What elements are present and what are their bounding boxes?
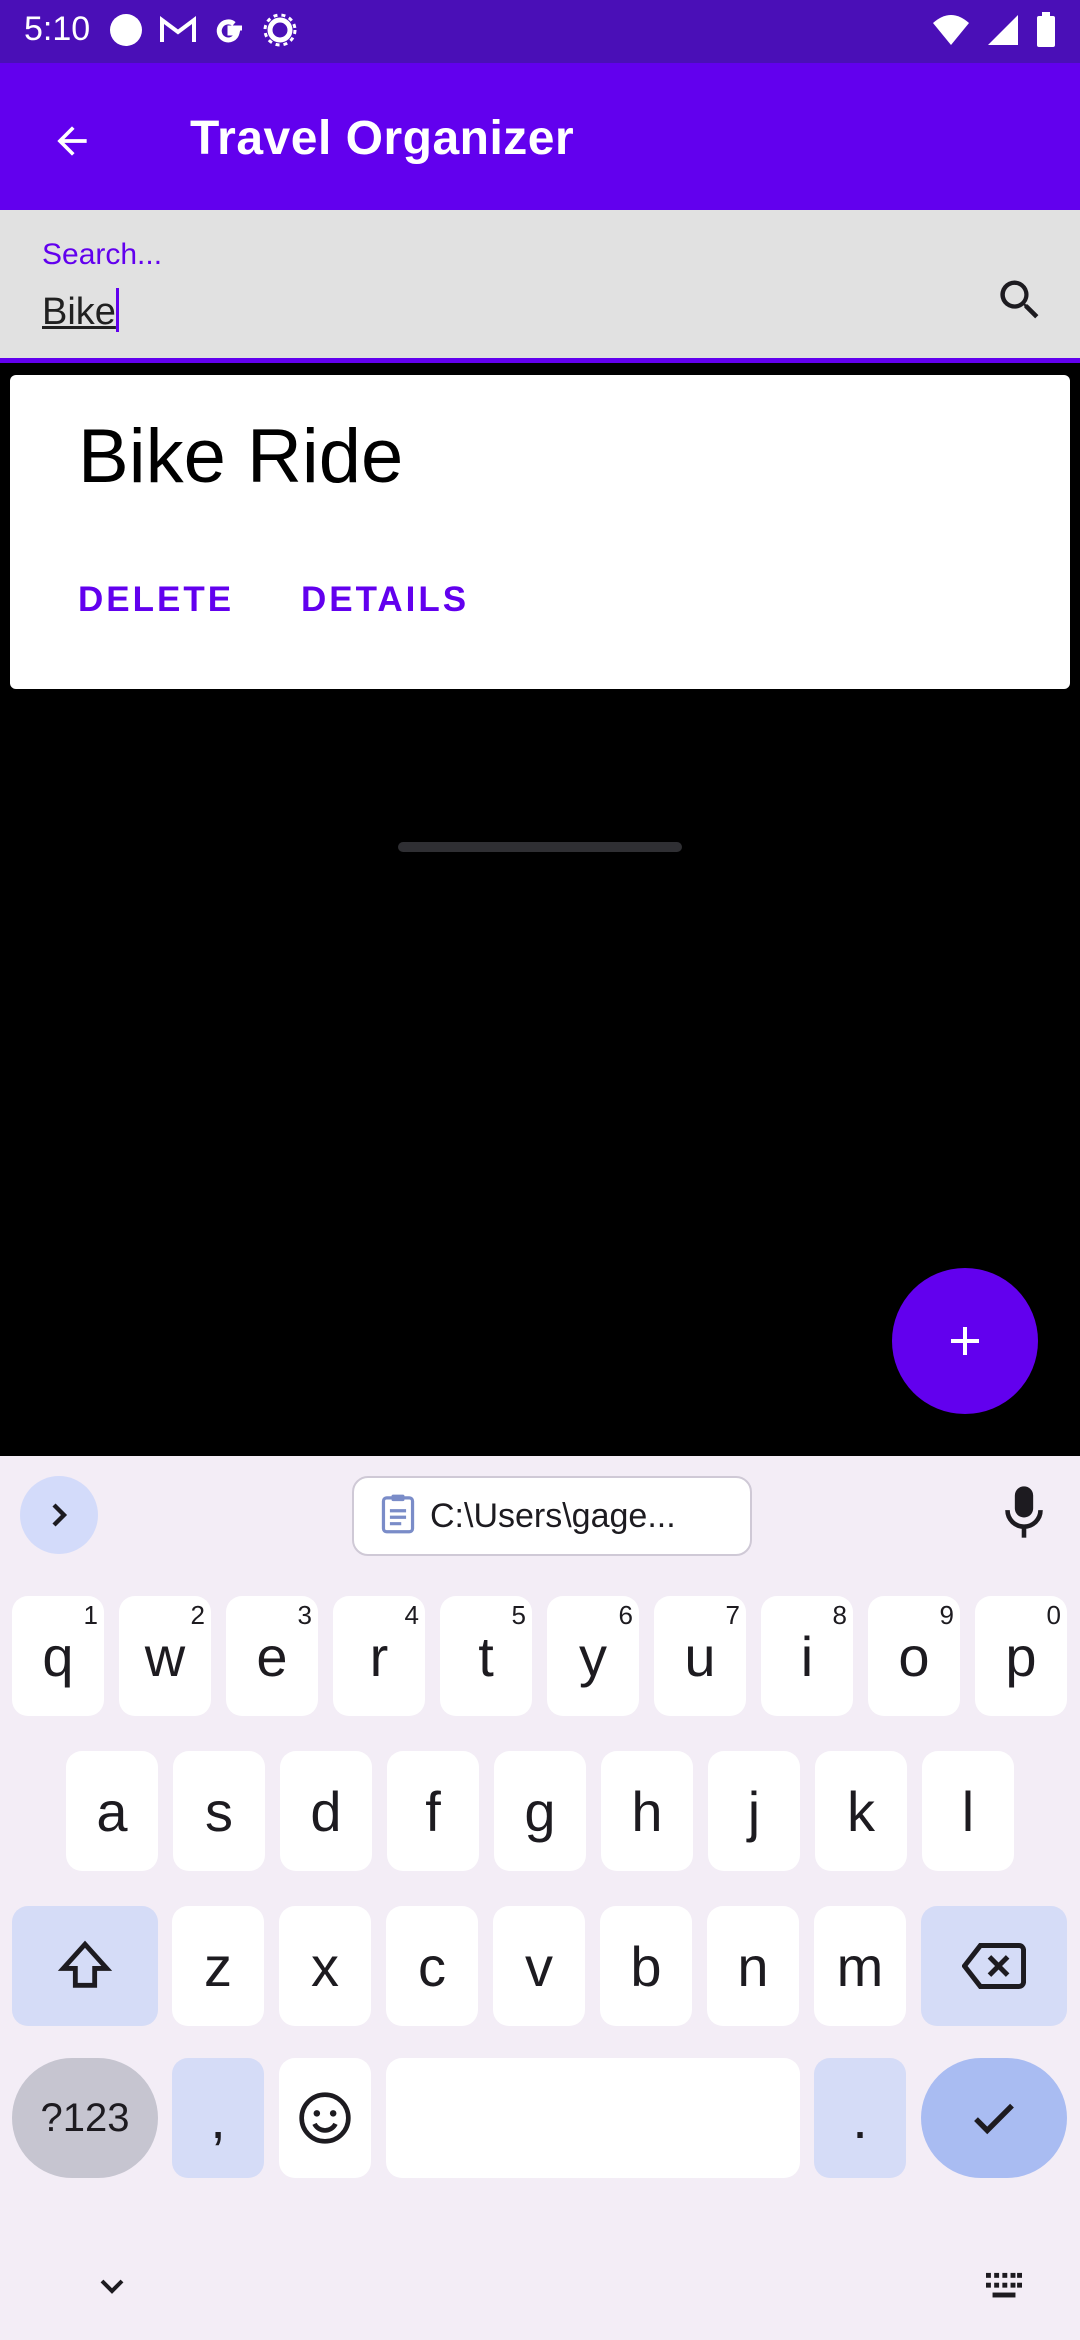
comma-key[interactable]: , [172, 2058, 264, 2178]
key-z[interactable]: z [172, 1906, 264, 2026]
chevron-down-icon [100, 2279, 124, 2294]
key-u[interactable]: u7 [654, 1596, 746, 1716]
keyboard-icon [986, 2272, 1022, 2298]
shift-icon [57, 1940, 113, 1988]
clipboard-text: C:\Users\gage... [430, 1496, 676, 1535]
key-v[interactable]: v [493, 1906, 585, 2026]
signal-icon [986, 13, 1020, 52]
trip-card: Bike Ride DELETE DETAILS [10, 375, 1070, 689]
key-hint-number: 2 [190, 1600, 205, 1630]
backspace-icon [962, 1943, 1026, 1989]
plus-icon [951, 1327, 979, 1355]
voice-input-button[interactable] [1002, 1484, 1046, 1545]
clipboard-suggestion[interactable]: C:\Users\gage... [352, 1476, 752, 1556]
search-icon [1000, 280, 1039, 319]
key-label: y [579, 1624, 607, 1688]
key-g[interactable]: g [494, 1751, 586, 1871]
period-key[interactable]: . [814, 2058, 906, 2178]
search-button[interactable] [990, 270, 1050, 330]
google-icon [212, 12, 248, 53]
clipboard-icon [378, 1493, 418, 1540]
key-label: o [898, 1624, 930, 1688]
symbols-key[interactable]: ?123 [12, 2058, 158, 2178]
key-q[interactable]: q1 [12, 1596, 104, 1716]
key-x[interactable]: x [279, 1906, 371, 2026]
app-bar: Travel Organizer [0, 63, 1080, 210]
emoji-key[interactable] [279, 2058, 371, 2178]
key-j[interactable]: j [708, 1751, 800, 1871]
key-c[interactable]: c [386, 1906, 478, 2026]
backspace-key[interactable] [921, 1906, 1067, 2026]
hide-keyboard-button[interactable] [92, 2266, 132, 2311]
emoji-icon [299, 2092, 351, 2144]
switch-keyboard-button[interactable] [982, 2268, 1026, 2309]
delete-button[interactable]: DELETE [78, 580, 234, 620]
key-y[interactable]: y6 [547, 1596, 639, 1716]
key-r[interactable]: r4 [333, 1596, 425, 1716]
back-button[interactable] [42, 111, 102, 171]
key-a[interactable]: a [66, 1751, 158, 1871]
key-k[interactable]: k [815, 1751, 907, 1871]
key-b[interactable]: b [600, 1906, 692, 2026]
key-m[interactable]: m [814, 1906, 906, 2026]
page-title: Travel Organizer [190, 112, 575, 165]
key-o[interactable]: o9 [868, 1596, 960, 1716]
settings-gear-icon [262, 12, 298, 53]
details-button[interactable]: DETAILS [301, 580, 469, 620]
key-l[interactable]: l [922, 1751, 1014, 1871]
key-f[interactable]: f [387, 1751, 479, 1871]
key-hint-number: 6 [618, 1600, 633, 1630]
key-hint-number: 1 [83, 1600, 98, 1630]
key-label: u [684, 1624, 716, 1688]
key-label: t [478, 1624, 494, 1688]
chevron-right-icon [52, 1503, 68, 1527]
search-label: Search... [42, 238, 163, 271]
key-w[interactable]: w2 [119, 1596, 211, 1716]
search-input[interactable]: Bike [42, 288, 119, 334]
microphone-icon [1005, 1486, 1043, 1538]
key-hint-number: 0 [1046, 1600, 1061, 1630]
keyboard-nav-bar [0, 2246, 1080, 2340]
key-label: e [256, 1624, 288, 1688]
key-s[interactable]: s [173, 1751, 265, 1871]
key-hint-number: 7 [725, 1600, 740, 1630]
key-label: i [800, 1624, 814, 1688]
wifi-icon [932, 13, 970, 52]
soft-keyboard: C:\Users\gage... q1w2e3r4t5y6u7i8o9p0 as… [0, 1456, 1080, 2340]
key-label: q [42, 1624, 74, 1688]
search-value: Bike [42, 291, 116, 333]
key-h[interactable]: h [601, 1751, 693, 1871]
text-cursor [115, 288, 119, 332]
key-e[interactable]: e3 [226, 1596, 318, 1716]
key-hint-number: 3 [297, 1600, 312, 1630]
key-d[interactable]: d [280, 1751, 372, 1871]
search-field[interactable]: Search... Bike [0, 210, 1080, 363]
key-label: r [369, 1624, 389, 1688]
key-label: w [144, 1624, 186, 1688]
key-label: p [1005, 1624, 1037, 1688]
key-n[interactable]: n [707, 1906, 799, 2026]
gmail-icon [158, 12, 198, 53]
trip-name: Bike Ride [78, 414, 404, 499]
key-i[interactable]: i8 [761, 1596, 853, 1716]
space-key[interactable] [386, 2058, 800, 2178]
keyboard-menu-button[interactable] [20, 1476, 98, 1554]
battery-icon [1036, 12, 1056, 53]
add-trip-button[interactable] [892, 1268, 1038, 1414]
enter-key[interactable] [921, 2058, 1067, 2178]
key-hint-number: 8 [832, 1600, 847, 1630]
shift-key[interactable] [12, 1906, 158, 2026]
key-p[interactable]: p0 [975, 1596, 1067, 1716]
gesture-nav-handle[interactable] [398, 842, 682, 852]
back-arrow-icon [57, 126, 87, 156]
checkmark-icon [974, 2103, 1014, 2135]
key-hint-number: 4 [404, 1600, 419, 1630]
keyboard-toolbar: C:\Users\gage... [0, 1456, 1080, 1572]
status-bar: 5:10 [0, 0, 1080, 63]
status-time: 5:10 [24, 10, 91, 48]
key-t[interactable]: t5 [440, 1596, 532, 1716]
key-hint-number: 5 [511, 1600, 526, 1630]
notification-dot-icon [108, 12, 144, 53]
key-hint-number: 9 [939, 1600, 954, 1630]
